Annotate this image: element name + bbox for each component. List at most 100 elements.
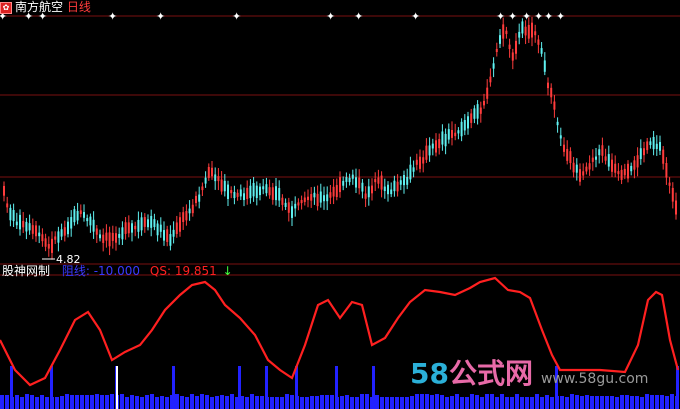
candle-body (380, 175, 383, 190)
settings-icon[interactable]: ✿ (0, 1, 12, 14)
candle-body (57, 231, 60, 243)
candle-body (281, 197, 284, 205)
candle-body (428, 145, 431, 156)
candle-body (150, 215, 153, 228)
candle-body (508, 44, 511, 50)
indicator-bar (150, 394, 154, 409)
indicator-spike (10, 366, 13, 409)
indicator-bar (550, 397, 554, 409)
candle-body (438, 139, 441, 149)
candle-body (278, 188, 281, 201)
candle-body (652, 136, 655, 150)
indicator-bar (405, 397, 409, 409)
candle-body (476, 104, 479, 119)
chart-title-bar: ✿ 南方航空 日线 (0, 0, 91, 14)
candle-body (198, 194, 201, 202)
candle-body (3, 185, 5, 196)
candle-body (252, 182, 255, 197)
signal-marker: ✦ (354, 10, 363, 23)
candle-body (665, 162, 668, 178)
indicator-bar (290, 395, 294, 409)
indicator-bar (630, 396, 634, 409)
indicator-bar (320, 395, 324, 409)
indicator-bar (315, 396, 319, 409)
candle-body (31, 225, 34, 234)
candle-body (214, 174, 217, 182)
candle-body (511, 52, 514, 61)
candle-body (463, 120, 466, 131)
indicator-bar (360, 394, 364, 409)
candle-body (140, 217, 143, 231)
candle-body (361, 182, 364, 192)
indicator-bar (590, 396, 594, 409)
candle-body (99, 234, 101, 239)
indicator-bar (595, 396, 599, 409)
signal-marker: ✦ (522, 10, 531, 23)
indicator-name[interactable]: 股神网制 (2, 264, 50, 278)
candle-body (627, 163, 629, 179)
indicator-bar (565, 397, 569, 409)
indicator-bar (345, 395, 349, 409)
indicator-bar (135, 396, 139, 409)
indicator-bar (145, 395, 149, 409)
candle-body (335, 185, 338, 198)
indicator-bar (440, 395, 444, 409)
candle-body (95, 228, 98, 235)
indicator-bar (250, 394, 254, 409)
indicator-bar (305, 397, 309, 409)
signal-marker: ✦ (534, 10, 543, 23)
indicator-bar (575, 395, 579, 409)
candle-body (223, 180, 226, 192)
candle-body (6, 203, 9, 208)
candle-body (415, 159, 418, 165)
candle-body (393, 180, 396, 192)
candle-body (406, 176, 409, 185)
indicator-bar (640, 397, 644, 409)
indicator-bar (165, 397, 169, 409)
candle-body (598, 149, 601, 156)
candle-body (166, 229, 169, 242)
candle-body (310, 194, 313, 201)
candle-body (275, 186, 277, 201)
candle-body (291, 206, 293, 218)
candle-body (345, 177, 348, 182)
candle-body (534, 31, 537, 36)
indicator-bar (80, 395, 84, 409)
candle-body (547, 82, 549, 89)
indicator-bar (515, 394, 519, 409)
candle-body (569, 151, 572, 164)
candle-body (483, 100, 485, 106)
indicator-bar (270, 397, 274, 409)
candle-body (41, 234, 44, 242)
candle-body (92, 219, 95, 232)
indicator-bar (520, 397, 524, 409)
indicator-bar (100, 395, 104, 409)
candle-body (611, 159, 613, 172)
stock-chart[interactable]: ✦ ✦ ✦ ✦ ✦ ✦ ✦ ✦ ✦ ✦ ✦ ✦ ✦ ✦ ✦ 4.82 (0, 0, 680, 409)
candle-body (316, 193, 319, 207)
candle-body (620, 169, 623, 180)
candle-body (300, 199, 303, 204)
indicator-bar (25, 394, 29, 409)
candle-body (623, 168, 626, 176)
candle-body (63, 227, 66, 236)
candle-body (409, 164, 412, 180)
candle-body (441, 131, 444, 145)
indicator-bar (205, 395, 209, 409)
candle-body (204, 177, 207, 184)
candle-body (489, 76, 492, 83)
indicator-bar (255, 396, 259, 409)
indicator-bar (45, 397, 49, 409)
indicator-spike (50, 366, 53, 409)
candle-body (470, 113, 473, 123)
indicator-bar (15, 395, 19, 409)
indicator-bar (510, 397, 514, 409)
candle-body (207, 166, 210, 178)
candle-body (543, 60, 546, 72)
candle-body (115, 233, 117, 243)
period-label[interactable]: 日线 (67, 0, 91, 14)
stock-name: 南方航空 (15, 0, 64, 14)
candle-body (175, 222, 178, 234)
indicator-bar (215, 396, 219, 409)
candle-body (444, 133, 447, 147)
